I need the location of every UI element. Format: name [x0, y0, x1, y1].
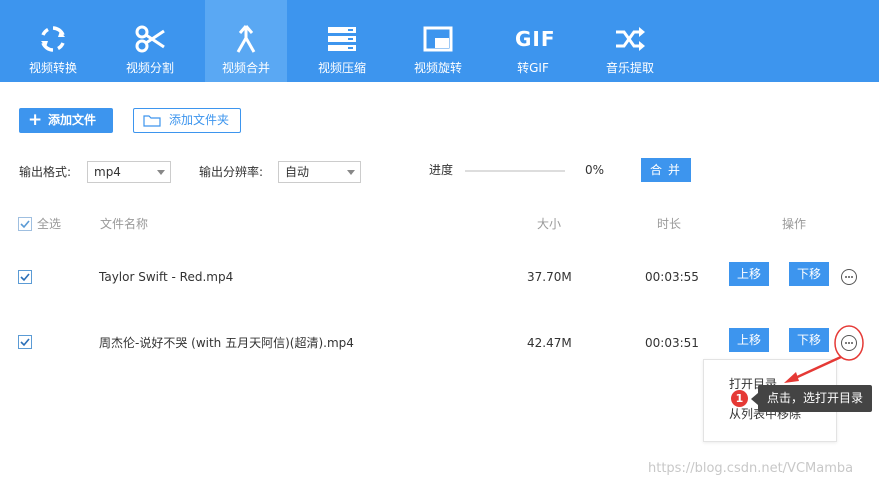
tab-to-gif[interactable]: GIF 转GIF [492, 0, 574, 82]
add-folder-button[interactable]: 添加文件夹 [133, 108, 241, 133]
add-folder-label: 添加文件夹 [169, 113, 230, 127]
tab-label: 音乐提取 [605, 61, 654, 75]
file-size: 37.70M [527, 270, 572, 284]
tab-video-compress[interactable]: 视频压缩 [301, 0, 383, 82]
gif-icon-text: GIF [515, 27, 556, 51]
move-up-button[interactable]: 上移 [729, 262, 769, 286]
add-file-button[interactable]: + 添加文件 [19, 108, 113, 133]
output-resolution-value: 自动 [285, 165, 310, 179]
column-header-duration: 时长 [657, 217, 682, 231]
compress-icon [324, 22, 360, 56]
sync-icon [35, 22, 71, 56]
tab-video-convert[interactable]: 视频转换 [12, 0, 94, 82]
merge-icon [228, 22, 264, 56]
tab-label: 视频合并 [221, 61, 270, 75]
plus-icon: + [28, 110, 43, 130]
add-file-label: 添加文件 [48, 113, 97, 127]
output-resolution-select[interactable]: 自动 [278, 161, 361, 183]
folder-icon [143, 115, 161, 127]
move-down-button[interactable]: 下移 [789, 262, 829, 286]
row-checkbox[interactable] [18, 270, 32, 284]
move-up-button[interactable]: 上移 [729, 328, 769, 352]
tab-video-merge[interactable]: 视频合并 [205, 0, 287, 82]
chevron-down-icon [157, 170, 165, 175]
file-name: 周杰伦-说好不哭 (with 五月天阿信)(超清).mp4 [99, 336, 354, 350]
rotate-icon [420, 22, 456, 56]
output-format-select[interactable]: mp4 [87, 161, 171, 183]
checkmark-icon [20, 273, 30, 282]
step-badge: 1 [731, 390, 748, 407]
output-format-value: mp4 [94, 165, 121, 179]
tab-video-rotate[interactable]: 视频旋转 [397, 0, 479, 82]
more-options-icon[interactable] [841, 335, 857, 351]
gif-icon: GIF [515, 22, 556, 56]
output-resolution-label: 输出分辨率: [199, 165, 264, 179]
move-down-button[interactable]: 下移 [789, 328, 829, 352]
progress-label: 进度 [429, 163, 454, 177]
merge-button[interactable]: 合并 [641, 158, 691, 182]
shuffle-icon [612, 22, 648, 56]
progress-bar [465, 170, 565, 172]
progress-percent: 0% [585, 163, 605, 177]
file-duration: 00:03:51 [645, 336, 699, 350]
tab-label: 视频压缩 [317, 61, 366, 75]
column-header-actions: 操作 [782, 217, 807, 231]
tab-label: 视频旋转 [413, 61, 462, 75]
tab-music-extract[interactable]: 音乐提取 [589, 0, 671, 82]
select-all-checkbox[interactable] [18, 217, 32, 231]
file-duration: 00:03:55 [645, 270, 699, 284]
more-options-icon[interactable] [841, 269, 857, 285]
tab-label: 视频转换 [28, 61, 77, 75]
checkmark-icon [20, 338, 30, 347]
checkmark-icon [20, 220, 30, 229]
tab-label: 视频分割 [125, 61, 174, 75]
output-format-label: 输出格式: [19, 165, 72, 179]
callout-pointer [751, 393, 758, 405]
chevron-down-icon [347, 170, 355, 175]
tab-video-split[interactable]: 视频分割 [109, 0, 191, 82]
file-size: 42.47M [527, 336, 572, 350]
main-toolbar: 视频转换 视频分割 视频合并 视频压缩 视频旋转 GIF 转GIF 音乐提取 [0, 0, 879, 82]
column-header-size: 大小 [537, 217, 562, 231]
row-checkbox[interactable] [18, 335, 32, 349]
file-name: Taylor Swift - Red.mp4 [99, 270, 234, 284]
column-header-name: 文件名称 [100, 217, 149, 231]
tab-label: 转GIF [517, 61, 549, 75]
select-all-label: 全选 [37, 217, 62, 231]
annotation-callout: 点击，选打开目录 [758, 385, 872, 412]
scissors-icon [132, 22, 168, 56]
watermark: https://blog.csdn.net/VCMamba [648, 461, 854, 476]
